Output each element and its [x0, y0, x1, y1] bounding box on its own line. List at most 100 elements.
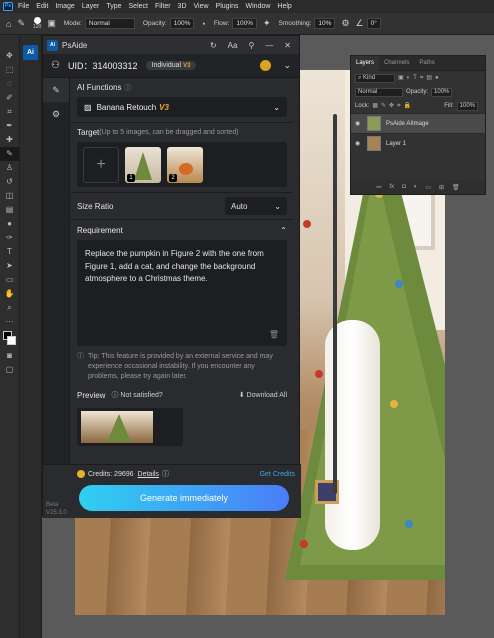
- gear-icon[interactable]: ⚙: [43, 102, 69, 126]
- delete-layer-icon[interactable]: 🗑: [452, 184, 460, 191]
- filter-icons[interactable]: ▣◐T⌗▤●: [398, 74, 442, 82]
- menu-3d[interactable]: 3D: [178, 3, 187, 10]
- pen-tool-icon[interactable]: ✑: [0, 231, 19, 245]
- link-icon[interactable]: ⚯: [376, 184, 381, 191]
- menu-file[interactable]: File: [18, 3, 29, 10]
- mode-select[interactable]: Normal: [84, 18, 135, 29]
- new-layer-icon[interactable]: ⊞: [439, 184, 444, 191]
- brush-settings-icon[interactable]: ▣: [47, 18, 56, 29]
- ai-function-select[interactable]: ▨ Banana Retouch V3 ⌄: [77, 97, 287, 117]
- layer-row[interactable]: ◉ Layer 1: [351, 133, 485, 153]
- menu-help[interactable]: Help: [277, 3, 291, 10]
- move-tool-icon[interactable]: ✥: [0, 49, 19, 63]
- menu-plugins[interactable]: Plugins: [216, 3, 239, 10]
- gear-icon[interactable]: ⚙: [341, 18, 349, 29]
- user-icon[interactable]: ⚇: [51, 60, 60, 71]
- menu-image[interactable]: Image: [55, 3, 74, 10]
- more-tools-icon[interactable]: ···: [0, 315, 19, 329]
- fill-field[interactable]: 100%: [456, 101, 478, 111]
- close-icon[interactable]: ✕: [284, 41, 291, 50]
- pin-icon[interactable]: ⚲: [248, 41, 254, 50]
- path-select-icon[interactable]: ➤: [0, 259, 19, 273]
- folder-icon[interactable]: ▭: [425, 184, 431, 191]
- menu-layer[interactable]: Layer: [82, 3, 100, 10]
- brush-tool-icon-active[interactable]: ✎: [0, 147, 19, 161]
- menu-filter[interactable]: Filter: [155, 3, 171, 10]
- history-brush-icon[interactable]: ↺: [0, 175, 19, 189]
- chevron-up-icon[interactable]: ⌃: [280, 226, 287, 235]
- get-credits-link[interactable]: Get Credits: [260, 471, 295, 478]
- details-link[interactable]: Details: [138, 471, 159, 478]
- healing-tool-icon[interactable]: ✚: [0, 133, 19, 147]
- minimize-icon[interactable]: —: [265, 41, 273, 50]
- target-image-2[interactable]: 2: [167, 146, 203, 183]
- layer-opacity-field[interactable]: 100%: [431, 87, 453, 97]
- eye-icon[interactable]: ◉: [355, 140, 367, 147]
- stamp-tool-icon[interactable]: ♙: [0, 161, 19, 175]
- menu-window[interactable]: Window: [246, 3, 271, 10]
- flow-field[interactable]: 100%: [232, 18, 257, 29]
- info-icon[interactable]: ⓘ: [162, 469, 169, 479]
- layer-thumbnail: [367, 136, 381, 151]
- chevron-down-icon[interactable]: ⌄: [283, 60, 291, 71]
- zoom-tool-icon[interactable]: ⌕: [0, 301, 19, 315]
- panel-scrollbar[interactable]: [333, 114, 337, 494]
- tab-layers[interactable]: Layers: [351, 55, 380, 71]
- menu-type[interactable]: Type: [106, 3, 121, 10]
- dodge-tool-icon[interactable]: ●: [0, 217, 19, 231]
- tab-paths[interactable]: Paths: [414, 60, 439, 66]
- layer-row[interactable]: ◉ PsAide AIImage: [351, 113, 485, 133]
- brush-tool-icon[interactable]: ✎: [17, 18, 25, 29]
- quick-mask-icon[interactable]: ◙: [0, 349, 19, 363]
- eraser-tool-icon[interactable]: ◫: [0, 189, 19, 203]
- preview-image[interactable]: [81, 411, 153, 443]
- screen-mode-icon[interactable]: ▢: [0, 363, 19, 377]
- eye-icon[interactable]: ◉: [355, 120, 367, 127]
- quick-select-tool-icon[interactable]: ✐: [0, 91, 19, 105]
- font-size-icon[interactable]: Aa: [228, 41, 238, 50]
- opacity-field[interactable]: 100%: [169, 18, 195, 29]
- brush-preset[interactable]: 120: [33, 16, 41, 31]
- menu-bar: Ps File Edit Image Layer Type Select Fil…: [0, 0, 494, 13]
- size-ratio-select[interactable]: Auto ⌄: [225, 197, 287, 215]
- generate-button[interactable]: Generate immediately: [79, 485, 289, 511]
- gradient-tool-icon[interactable]: ▤: [0, 203, 19, 217]
- target-image-1[interactable]: 1: [125, 146, 161, 183]
- shape-tool-icon[interactable]: ▭: [0, 273, 19, 287]
- menu-select[interactable]: Select: [129, 3, 148, 10]
- marquee-tool-icon[interactable]: ⬚: [0, 63, 19, 77]
- kind-filter[interactable]: ⌕ Kind: [355, 73, 395, 83]
- smoothing-field[interactable]: 10%: [314, 18, 336, 29]
- lock-row: Lock: ▦✎✥⌗🔒 Fill: 100%: [351, 99, 485, 113]
- requirement-header[interactable]: Requirement ⌃: [77, 220, 287, 240]
- background-color[interactable]: [7, 336, 16, 345]
- trash-icon[interactable]: 🗑: [269, 329, 279, 342]
- hand-tool-icon[interactable]: ✋: [0, 287, 19, 301]
- not-satisfied-link[interactable]: ⓘ Not satisfied?: [111, 390, 162, 400]
- menu-view[interactable]: View: [194, 3, 209, 10]
- psaide-dock-icon[interactable]: Ai: [23, 45, 38, 60]
- adjustment-icon[interactable]: ◐: [414, 184, 418, 190]
- plan-badge[interactable]: Individual V3: [145, 61, 197, 70]
- requirement-textarea[interactable]: Replace the pumpkin in Figure 2 with the…: [77, 240, 287, 346]
- lasso-tool-icon[interactable]: ◌: [0, 77, 19, 91]
- type-tool-icon[interactable]: T: [0, 245, 19, 259]
- edit-icon[interactable]: ✎: [43, 78, 69, 102]
- refresh-icon[interactable]: ↻: [210, 41, 217, 50]
- lock-icons[interactable]: ▦✎✥⌗🔒: [372, 102, 414, 110]
- info-icon[interactable]: ⓘ: [124, 83, 131, 93]
- home-icon[interactable]: ⌂: [6, 19, 11, 29]
- airbrush-icon[interactable]: ✦: [263, 18, 271, 29]
- eyedropper-tool-icon[interactable]: ✒: [0, 119, 19, 133]
- fx-icon[interactable]: fx: [389, 184, 394, 190]
- color-swatches[interactable]: [0, 329, 19, 349]
- blend-mode-select[interactable]: Normal: [355, 87, 403, 97]
- download-all-button[interactable]: ⬇ Download All: [239, 391, 287, 399]
- tab-channels[interactable]: Channels: [379, 60, 414, 66]
- menu-edit[interactable]: Edit: [36, 3, 48, 10]
- crop-tool-icon[interactable]: ⌗: [0, 105, 19, 119]
- angle-field[interactable]: 0°: [366, 18, 381, 29]
- add-image-button[interactable]: +: [83, 146, 119, 183]
- pressure-opacity-icon[interactable]: ◔: [200, 19, 205, 29]
- mask-icon[interactable]: ◘: [402, 184, 406, 190]
